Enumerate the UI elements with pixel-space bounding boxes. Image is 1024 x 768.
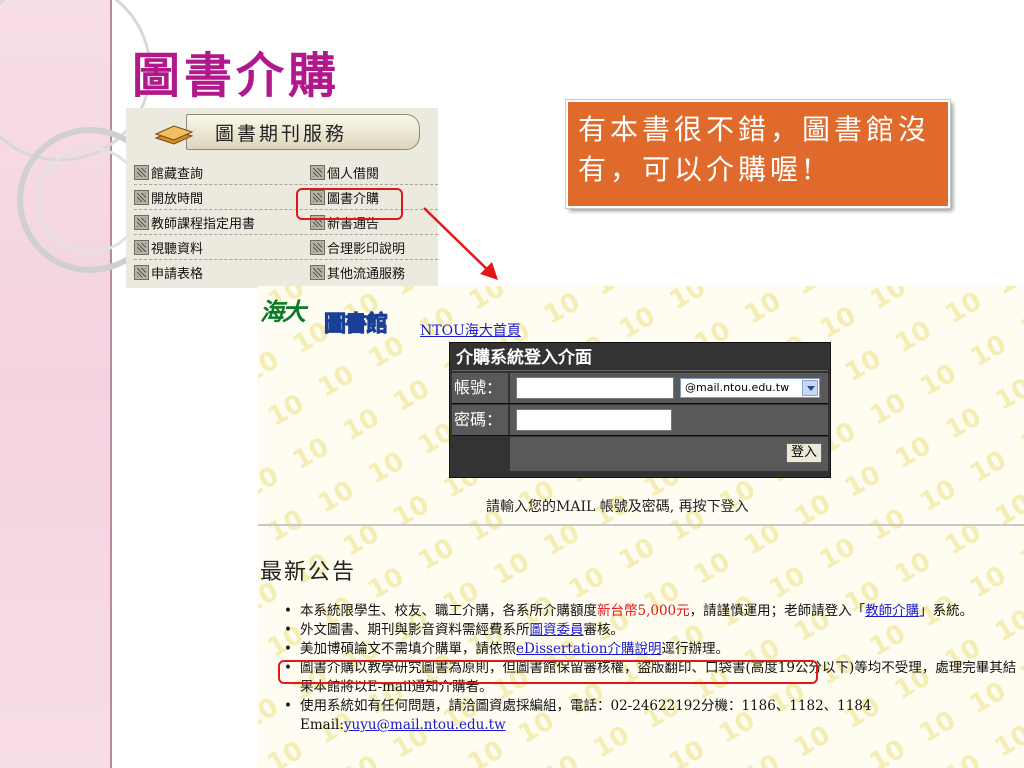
service-menu-banner: 圖書期刊服務 [186,114,420,150]
account-label: 帳號： [452,373,508,403]
bullet-icon [134,240,149,255]
news-item: 美加博碩論文不需填介購單，請依照eDissertation介購說明逕行辦理。 [284,640,1024,659]
login-button[interactable]: 登入 [786,443,822,463]
decorative-sidebar [0,0,112,768]
menu-item-other-services[interactable]: 其他流通服務 [310,263,405,282]
domain-select[interactable]: @mail.ntou.edu.tw [680,378,820,398]
news-item: 外文圖書、期刊與影音資料需經費系所圖資委員審核。 [284,621,1024,640]
ntou-home-link[interactable]: NTOU海大首頁 [420,320,521,340]
callout-box: 有本書很不錯，圖書館沒有，可以介購喔! [566,100,950,208]
empty-cell [452,437,508,471]
submit-row: 登入 [452,437,828,471]
slide-title: 圖書介購 [132,48,341,104]
account-row: 帳號： @mail.ntou.edu.tw [452,373,828,404]
email-link[interactable]: yuyu@mail.ntou.edu.tw [344,717,506,733]
menu-row: 視聽資料 合理影印說明 [134,235,438,260]
bullet-icon [310,165,325,180]
password-field-cell [510,405,828,435]
login-hint: 請輸入您的MAIL 帳號及密碼, 再按下登入 [486,499,749,515]
bullet-icon [310,265,325,280]
service-menu-title: 圖書期刊服務 [215,123,348,145]
account-field-cell: @mail.ntou.edu.tw [510,373,828,403]
password-label: 密碼： [452,405,508,435]
bullet-icon [134,265,149,280]
library-webpage: 10 海大 圖書館 NTOU海大首頁 介購系統登入介面 帳號： @mail.nt… [258,286,1024,768]
password-input[interactable] [516,409,672,431]
bullet-icon [134,215,149,230]
library-logo: 圖書館 [323,311,388,338]
service-menu-grid: 館藏查詢 個人借閱 開放時間 圖書介購 教師課程指定用書 新書通告 視聽資料 合… [134,160,438,284]
chevron-down-icon[interactable] [802,380,818,396]
edissertation-link[interactable]: eDissertation介購說明 [516,641,661,657]
submit-cell: 登入 [510,437,828,471]
menu-item-opening-hours[interactable]: 開放時間 [134,188,203,207]
menu-highlight-box [296,188,403,220]
login-panel: 介購系統登入介面 帳號： @mail.ntou.edu.tw 密碼： 登入 [449,342,831,478]
committee-link[interactable]: 圖資委員 [530,622,584,638]
book-icon [154,125,194,145]
menu-row: 館藏查詢 個人借閱 [134,160,438,185]
menu-item-catalog[interactable]: 館藏查詢 [134,163,203,182]
menu-item-av-materials[interactable]: 視聽資料 [134,238,203,257]
bullet-icon [310,240,325,255]
teacher-recommend-link[interactable]: 教師介購 [865,603,919,619]
menu-item-forms[interactable]: 申請表格 [134,263,203,282]
menu-item-course-reserves[interactable]: 教師課程指定用書 [134,213,255,232]
ntou-logo: 海大 [260,297,306,326]
divider [258,524,1024,526]
bullet-icon [134,190,149,205]
password-row: 密碼： [452,405,828,436]
sidebar-divider [110,0,112,768]
menu-item-copy-policy[interactable]: 合理影印說明 [310,238,405,257]
news-title: 最新公告 [260,560,357,585]
news-highlight-box [278,660,818,684]
menu-item-personal-borrowing[interactable]: 個人借閱 [310,163,379,182]
bullet-icon [134,165,149,180]
arrow-icon [423,207,498,280]
login-title: 介購系統登入介面 [452,345,828,371]
account-input[interactable] [516,377,674,399]
menu-row: 申請表格 其他流通服務 [134,260,438,284]
news-item: 使用系統如有任何問題，請洽圖資處採編組，電話：02-24622192分機：118… [284,697,1024,735]
news-item: 本系統限學生、校友、職工介購，各系所介購額度新台幣5,000元，請謹慎運用；老師… [284,602,1024,621]
service-menu-header: 圖書期刊服務 [140,112,420,154]
